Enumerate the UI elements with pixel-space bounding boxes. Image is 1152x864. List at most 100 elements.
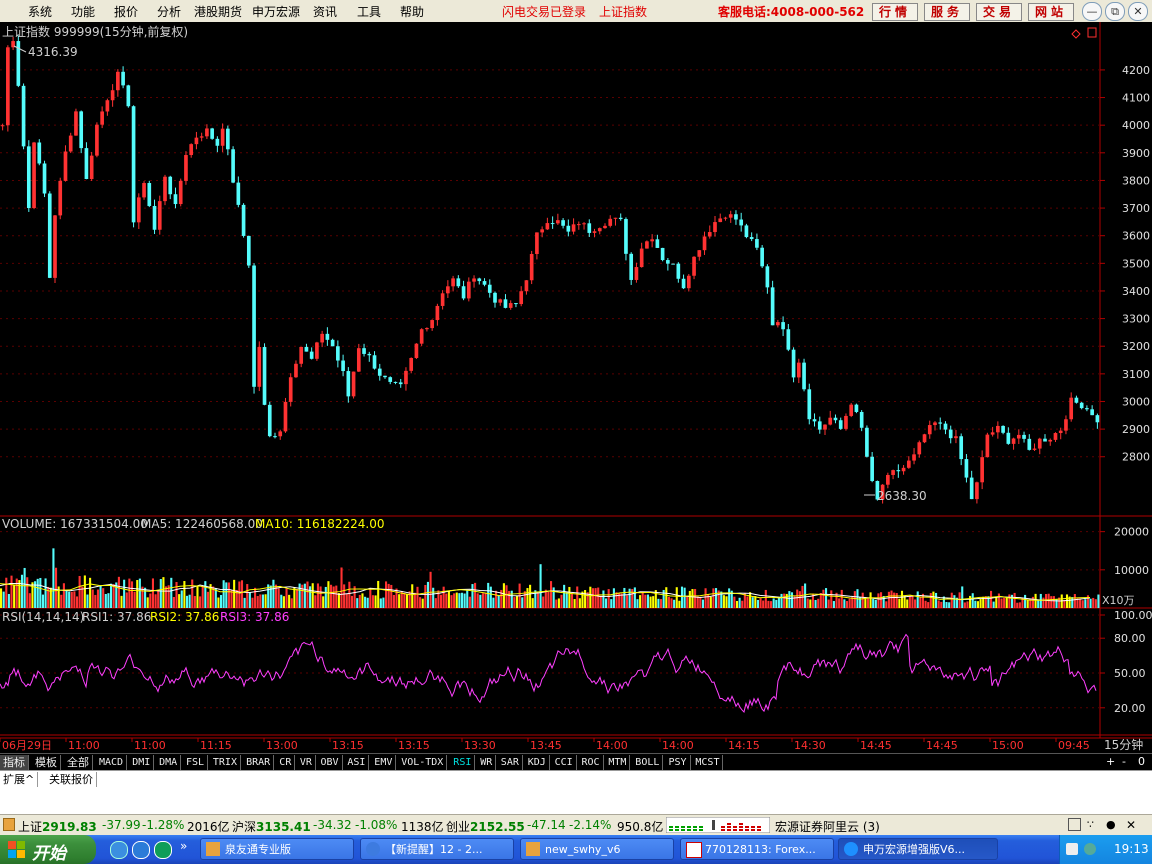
task-quanyoutong[interactable]: 泉友通专业版 xyxy=(200,838,354,860)
menu-swhy[interactable]: 申万宏源 xyxy=(252,3,300,20)
candle-body xyxy=(116,71,120,91)
volume-bar xyxy=(15,578,18,608)
taskbar: 开始 » 泉友通专业版 【新提醒】12 - 2... new_swhy_v6 7… xyxy=(0,835,1152,864)
volume-bar xyxy=(162,577,165,608)
candle-body xyxy=(540,229,544,233)
volume-bar xyxy=(809,599,812,608)
indicator-tab-dmi[interactable]: DMI xyxy=(129,755,155,770)
antenna-icon[interactable]: ∵ xyxy=(1087,818,1094,831)
tab-quote[interactable]: 行情 xyxy=(872,3,918,21)
tab-trade[interactable]: 交易 xyxy=(976,3,1022,21)
indicator-tab-roc[interactable]: ROC xyxy=(579,755,604,770)
task-new-swhy[interactable]: new_swhy_v6 xyxy=(520,838,674,860)
cy-value[interactable]: 2152.55 xyxy=(470,820,525,834)
start-button[interactable]: 开始 xyxy=(0,835,96,864)
indicator-tab-cr[interactable]: CR xyxy=(276,755,296,770)
volume-bar xyxy=(804,583,807,608)
volume-bar xyxy=(476,593,479,608)
task-forex[interactable]: 770128113: Forex... xyxy=(680,838,834,860)
menu-hk-futures[interactable]: 港股期货 xyxy=(194,3,242,20)
indicator-tab-mcst[interactable]: MCST xyxy=(692,755,724,770)
menu-news[interactable]: 资讯 xyxy=(313,3,337,20)
current-index-link[interactable]: 上证指数 xyxy=(599,3,647,20)
indicator-tab-voltdx[interactable]: VOL-TDX xyxy=(398,755,448,770)
period-label[interactable]: 15分钟 xyxy=(1104,737,1143,752)
menu-tools[interactable]: 工具 xyxy=(357,3,381,20)
indicator-tab-obv[interactable]: OBV xyxy=(318,755,343,770)
volume-bar xyxy=(466,590,469,608)
price-tick: 4000 xyxy=(1122,119,1150,132)
indicator-tab-asi[interactable]: ASI xyxy=(344,755,370,770)
zero-icon[interactable]: 0 xyxy=(1138,755,1145,768)
app-icon[interactable] xyxy=(154,841,172,859)
volume-bar xyxy=(146,597,149,608)
candle-body xyxy=(618,217,623,220)
sh-value[interactable]: 2919.83 xyxy=(42,820,97,834)
indicator-tab-macd[interactable]: MACD xyxy=(96,755,128,770)
rsi1-label: RSI1: 37.86 xyxy=(82,610,151,624)
tab-website[interactable]: 网站 xyxy=(1028,3,1074,21)
menu-function[interactable]: 功能 xyxy=(71,3,95,20)
network-icon[interactable] xyxy=(1066,843,1078,855)
indicator-tab-[interactable]: 全部 xyxy=(64,755,93,770)
chevron-icon[interactable]: » xyxy=(180,839,187,853)
pin-icon[interactable]: ● xyxy=(1106,818,1116,831)
task-swhy-enhanced[interactable]: 申万宏源增强版V6... xyxy=(838,838,998,860)
indicator-tab-emv[interactable]: EMV xyxy=(371,755,397,770)
restore-icon[interactable]: ⧉ xyxy=(1105,2,1125,21)
indicator-tab-rsi[interactable]: RSI xyxy=(450,755,476,770)
indicator-tab-boll[interactable]: BOLL xyxy=(632,755,664,770)
volume-bar xyxy=(974,600,977,608)
indicator-tab-cci[interactable]: CCI xyxy=(552,755,577,770)
minimize-icon[interactable]: — xyxy=(1082,2,1102,21)
browser-icon[interactable] xyxy=(132,841,150,859)
security-icon[interactable] xyxy=(1084,843,1096,855)
indicator-tab-vr[interactable]: VR xyxy=(297,755,316,770)
indicator-tab-[interactable]: 指标 xyxy=(0,755,29,770)
kline-chart[interactable]: 4200 4100 4000 3900 3800 3700 3600 3500 3400 3300… xyxy=(0,22,1152,753)
menu-analysis[interactable]: 分析 xyxy=(157,3,181,20)
candle-body xyxy=(482,281,487,285)
close-icon[interactable]: ✕ xyxy=(1128,2,1148,21)
candle-body xyxy=(535,232,539,254)
ie-icon[interactable] xyxy=(110,841,128,859)
login-status[interactable]: 闪电交易已登录 xyxy=(502,3,586,20)
indicator-tab-dma[interactable]: DMA xyxy=(156,755,182,770)
tab-service[interactable]: 服务 xyxy=(924,3,970,21)
indicator-tab-[interactable]: 模板 xyxy=(32,755,61,770)
tab-extend[interactable]: 扩展^ xyxy=(0,772,39,787)
candle-body xyxy=(776,322,780,326)
volume-bar xyxy=(172,596,175,608)
indicator-tab-trix[interactable]: TRIX xyxy=(210,755,241,770)
volume-bar xyxy=(652,596,655,608)
volume-bar xyxy=(712,588,715,608)
indicator-tab-mtm[interactable]: MTM xyxy=(605,755,631,770)
indicator-tab-psy[interactable]: PSY xyxy=(666,755,691,770)
indicator-tab-brar[interactable]: BRAR xyxy=(243,755,275,770)
candle-body xyxy=(231,149,235,183)
hs-value[interactable]: 3135.41 xyxy=(256,820,311,834)
volume-bar xyxy=(997,593,1000,608)
zoom-out-icon[interactable]: - xyxy=(1122,755,1126,768)
indicator-tab-sar[interactable]: SAR xyxy=(498,755,523,770)
menu-system[interactable]: 系统 xyxy=(28,3,52,20)
server-name[interactable]: 宏源证券阿里云 (3) xyxy=(775,818,880,835)
candle-body xyxy=(765,266,770,288)
folder-icon[interactable] xyxy=(3,818,15,831)
tab-related-quote[interactable]: 关联报价 xyxy=(46,772,97,787)
indicator-tab-fsl[interactable]: FSL xyxy=(183,755,209,770)
indicator-tab-kdj[interactable]: KDJ xyxy=(525,755,550,770)
time-tick: 11:00 xyxy=(68,739,100,752)
task-new-reminder[interactable]: 【新提醒】12 - 2... xyxy=(360,838,514,860)
volume-bar xyxy=(814,599,817,608)
menu-quote[interactable]: 报价 xyxy=(114,3,138,20)
zoom-in-icon[interactable]: + xyxy=(1106,755,1115,768)
layout-icon[interactable] xyxy=(1068,818,1081,831)
indicator-tab-wr[interactable]: WR xyxy=(477,755,497,770)
close-icon[interactable]: ✕ xyxy=(1126,818,1136,832)
volume-bar xyxy=(78,575,81,608)
volume-bar xyxy=(848,598,851,608)
volume-bar xyxy=(405,593,409,608)
menu-help[interactable]: 帮助 xyxy=(400,3,424,20)
volume-bar xyxy=(429,571,432,608)
